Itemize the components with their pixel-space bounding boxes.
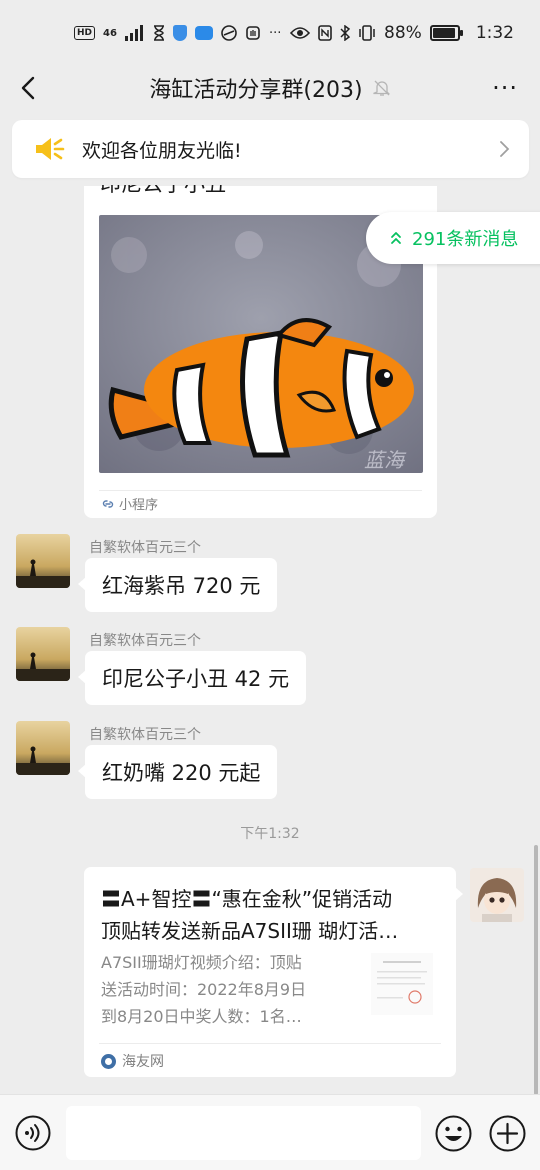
thumbnail-image [371, 953, 433, 1015]
avatar-image [16, 534, 70, 588]
my-avatar[interactable] [470, 868, 524, 922]
status-left: HD 46 ··· [74, 25, 281, 41]
chat-title-wrap[interactable]: 海缸活动分享群(203) [149, 72, 390, 104]
status-bar: HD 46 ··· 88% 1:32 [0, 0, 540, 66]
avatar-image [16, 627, 70, 681]
new-messages-text: 291条新消息 [412, 229, 519, 250]
divider [99, 1043, 441, 1044]
sender-name: 自繁软体百元三个 [89, 727, 201, 743]
mini-program-icon [102, 499, 114, 508]
network-label: 46 [103, 27, 117, 39]
sender-name: 自繁软体百元三个 [89, 540, 201, 556]
bluetooth-icon [340, 25, 351, 41]
notice-text: 欢迎各位朋友光临! [82, 139, 242, 162]
speaker-icon [36, 138, 65, 160]
link-thumbnail [371, 953, 433, 1015]
status-right: 88% 1:32 [290, 23, 514, 43]
scrollbar[interactable] [534, 845, 538, 1095]
emoji-icon[interactable] [435, 1115, 472, 1152]
eye-icon [290, 27, 311, 39]
avatar[interactable] [16, 721, 70, 775]
mini-program-label: 小程序 [101, 494, 158, 513]
link-source-name: 海友网 [122, 1054, 164, 1070]
link-title-line: 〓A+智控〓“惠在金秋”促销活动 [101, 887, 393, 911]
link-title-line: 顶贴转发送新品A7SII珊 瑚灯活… [101, 919, 399, 943]
signal-icon [124, 25, 143, 41]
double-chevron-up-icon [391, 232, 401, 244]
divider [99, 490, 422, 491]
link-source: 海友网 [101, 1051, 164, 1071]
battery-percent: 88% [384, 23, 422, 43]
hd-badge: HD [74, 26, 96, 40]
voice-icon[interactable] [15, 1115, 51, 1151]
chat-header: 海缸活动分享群(203) ··· [0, 66, 540, 110]
message-timestamp: 下午1:32 [240, 826, 300, 842]
battery-icon [429, 25, 463, 41]
avatar[interactable] [16, 627, 70, 681]
sender-name: 自繁软体百元三个 [89, 633, 201, 649]
chat-title: 海缸活动分享群(203) [149, 78, 363, 103]
link-desc-line: A7SII珊瑚灯视频介绍：顶贴 [101, 953, 302, 972]
nfc-icon [318, 25, 332, 41]
bell-off-icon [372, 80, 390, 96]
new-messages-pill[interactable]: 291条新消息 [366, 212, 540, 264]
link-desc-line: 送活动时间：2022年8月9日 [101, 980, 307, 999]
source-logo-icon [101, 1053, 116, 1069]
clock: 1:32 [475, 23, 514, 43]
battery-level [432, 28, 455, 38]
cloud-icon [194, 26, 213, 40]
message-bubble[interactable]: 印尼公子小丑 42 元 [77, 651, 307, 705]
input-bar [0, 1094, 540, 1170]
shield-icon [172, 25, 187, 41]
more-options-button[interactable]: ··· [492, 74, 518, 102]
avatar-image [470, 868, 524, 922]
app-icon [221, 25, 237, 41]
chevron-left-icon[interactable] [14, 72, 46, 104]
more-status-icon: ··· [268, 25, 282, 41]
hourglass-icon [153, 25, 164, 41]
avatar[interactable] [16, 534, 70, 588]
link-desc-line: 到8月20日中奖人数：1名… [101, 1007, 302, 1026]
vibrate-icon [359, 25, 375, 41]
plus-circle-icon[interactable] [489, 1115, 526, 1152]
link-card-description: A7SII珊瑚灯视频介绍：顶贴 送活动时间：2022年8月9日 到8月20日中奖… [101, 949, 351, 1030]
hand-icon [246, 26, 260, 40]
link-card-title: 〓A+智控〓“惠在金秋”促销活动 顶贴转发送新品A7SII珊 瑚灯活… [101, 883, 441, 947]
mini-program-text: 小程序 [119, 498, 159, 513]
image-watermark: 蓝海 [364, 448, 407, 472]
group-notice[interactable]: 欢迎各位朋友光临! [12, 120, 529, 178]
chevron-right-icon [500, 141, 510, 157]
message-input[interactable] [66, 1106, 421, 1160]
shared-link-card[interactable]: 〓A+智控〓“惠在金秋”促销活动 顶贴转发送新品A7SII珊 瑚灯活… A7SI… [84, 867, 463, 1077]
avatar-image [16, 721, 70, 775]
message-bubble[interactable]: 红奶嘴 220 元起 [77, 745, 278, 799]
message-bubble[interactable]: 红海紫吊 720 元 [77, 558, 278, 612]
